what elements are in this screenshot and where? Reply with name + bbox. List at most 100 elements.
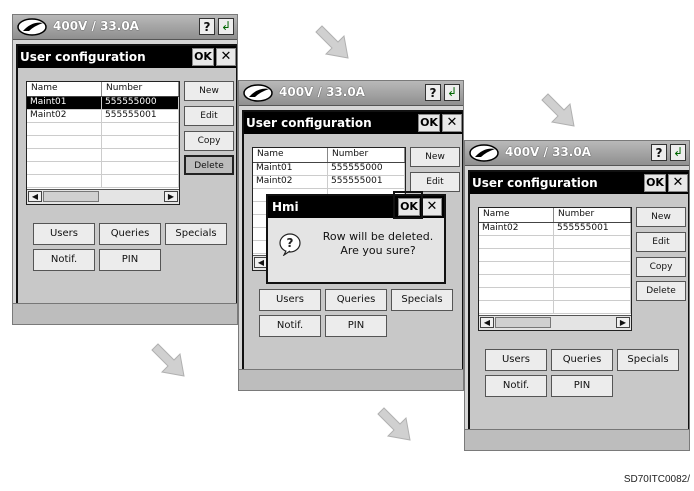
cell-name: Maint01 (27, 97, 103, 109)
column-header-number[interactable]: Number (102, 82, 179, 96)
status-bar: 400V / 33.0A ? ↲ (13, 15, 237, 40)
edit-button[interactable]: Edit (636, 232, 686, 252)
logo-icon (469, 144, 499, 162)
confirm-close-button[interactable]: ✕ (422, 198, 442, 216)
table-row-empty (27, 136, 179, 149)
power-label: 400V / 33.0A (279, 85, 365, 99)
user-table[interactable]: Name Number Maint01 555555000 Maint02 55… (26, 81, 180, 205)
horizontal-scrollbar[interactable]: ◀ ▶ (27, 189, 179, 204)
delete-button[interactable]: Delete (184, 155, 234, 175)
specials-button[interactable]: Specials (391, 289, 453, 311)
hmi-screen-2: 400V / 33.0A ? ↲ User configuration OK ✕… (238, 80, 464, 391)
table-row-empty (479, 249, 631, 262)
help-icon[interactable]: ? (199, 18, 215, 35)
arrow-icon (377, 407, 411, 441)
arrow-icon (315, 25, 349, 59)
ok-button[interactable]: OK (192, 48, 214, 66)
message-text: Row will be deleted. Are you sure? (312, 230, 444, 258)
cell-number: 555555001 (102, 110, 179, 122)
users-button[interactable]: Users (485, 349, 547, 371)
close-button[interactable]: ✕ (442, 114, 462, 132)
table-row[interactable]: Maint02 555555001 (27, 110, 179, 123)
delete-button[interactable]: Delete (636, 281, 686, 301)
cell-number: 555555001 (328, 176, 405, 188)
exit-icon[interactable]: ↲ (218, 18, 234, 35)
ok-highlight-frame (393, 191, 423, 219)
exit-icon[interactable]: ↲ (670, 144, 686, 161)
scroll-left-icon[interactable]: ◀ (480, 317, 494, 328)
notif-button[interactable]: Notif. (33, 249, 95, 271)
cell-name: Maint02 (253, 176, 329, 188)
column-header-number[interactable]: Number (554, 208, 631, 222)
scroll-right-icon[interactable]: ▶ (164, 191, 178, 202)
scroll-thumb[interactable] (43, 191, 99, 202)
close-button[interactable]: ✕ (216, 48, 236, 66)
notif-button[interactable]: Notif. (485, 375, 547, 397)
arrow-icon (151, 343, 185, 377)
copy-button[interactable]: Copy (184, 131, 234, 151)
column-header-name[interactable]: Name (479, 208, 555, 222)
users-button[interactable]: Users (259, 289, 321, 311)
close-button[interactable]: ✕ (668, 174, 688, 192)
column-header-name[interactable]: Name (27, 82, 103, 96)
pin-button[interactable]: PIN (99, 249, 161, 271)
users-button[interactable]: Users (33, 223, 95, 245)
help-icon[interactable]: ? (425, 84, 441, 101)
table-row-empty (27, 123, 179, 136)
table-row-empty (479, 236, 631, 249)
table-row[interactable]: Maint02 555555001 (253, 176, 405, 189)
scroll-left-icon[interactable]: ◀ (28, 191, 42, 202)
scroll-right-icon[interactable]: ▶ (616, 317, 630, 328)
new-button[interactable]: New (184, 81, 234, 101)
queries-button[interactable]: Queries (551, 349, 613, 371)
table-header: Name Number (27, 82, 179, 97)
pin-button[interactable]: PIN (551, 375, 613, 397)
edit-button[interactable]: Edit (410, 172, 460, 192)
arrow-icon (541, 93, 575, 127)
user-configuration-dialog: User configuration OK ✕ Name Number Main… (468, 170, 689, 431)
specials-button[interactable]: Specials (617, 349, 679, 371)
new-button[interactable]: New (636, 207, 686, 227)
cell-number: 555555000 (328, 163, 405, 175)
ok-button[interactable]: OK (418, 114, 440, 132)
table-row[interactable]: Maint01 555555000 (27, 97, 179, 110)
pin-button[interactable]: PIN (325, 315, 387, 337)
queries-button[interactable]: Queries (325, 289, 387, 311)
ok-button[interactable]: OK (644, 174, 666, 192)
table-row-empty (479, 275, 631, 288)
cell-name: Maint02 (27, 110, 103, 122)
table-header: Name Number (479, 208, 631, 223)
queries-button[interactable]: Queries (99, 223, 161, 245)
edit-button[interactable]: Edit (184, 106, 234, 126)
scroll-thumb[interactable] (495, 317, 551, 328)
cell-number: 555555001 (554, 223, 631, 235)
message-line-1: Row will be deleted. (322, 230, 434, 243)
help-icon[interactable]: ? (651, 144, 667, 161)
power-label: 400V / 33.0A (505, 145, 591, 159)
specials-button[interactable]: Specials (165, 223, 227, 245)
table-row-empty (479, 288, 631, 301)
new-button[interactable]: New (410, 147, 460, 167)
horizontal-scrollbar[interactable]: ◀ ▶ (479, 315, 631, 330)
table-row[interactable]: Maint01 555555000 (253, 163, 405, 176)
dialog-title-text: User configuration (472, 176, 598, 190)
bottom-bar (465, 429, 689, 450)
logo-icon (17, 18, 47, 36)
message-title-text: Hmi (272, 200, 299, 214)
cell-number: 555555000 (102, 97, 179, 109)
column-header-name[interactable]: Name (253, 148, 329, 162)
figure-code: SD70ITC0082/ (623, 474, 690, 485)
column-header-number[interactable]: Number (328, 148, 405, 162)
table-row[interactable]: Maint02 555555001 (479, 223, 631, 236)
table-row-empty (479, 262, 631, 275)
table-header: Name Number (253, 148, 405, 163)
status-bar: 400V / 33.0A ? ↲ (239, 81, 463, 106)
cell-name: Maint01 (253, 163, 329, 175)
table-row-empty (479, 301, 631, 314)
copy-button[interactable]: Copy (636, 257, 686, 277)
notif-button[interactable]: Notif. (259, 315, 321, 337)
exit-icon[interactable]: ↲ (444, 84, 460, 101)
user-table[interactable]: Name Number Maint02 555555001 ◀ ▶ (478, 207, 632, 331)
bottom-bar (239, 369, 463, 390)
message-line-2: Are you sure? (340, 244, 416, 257)
